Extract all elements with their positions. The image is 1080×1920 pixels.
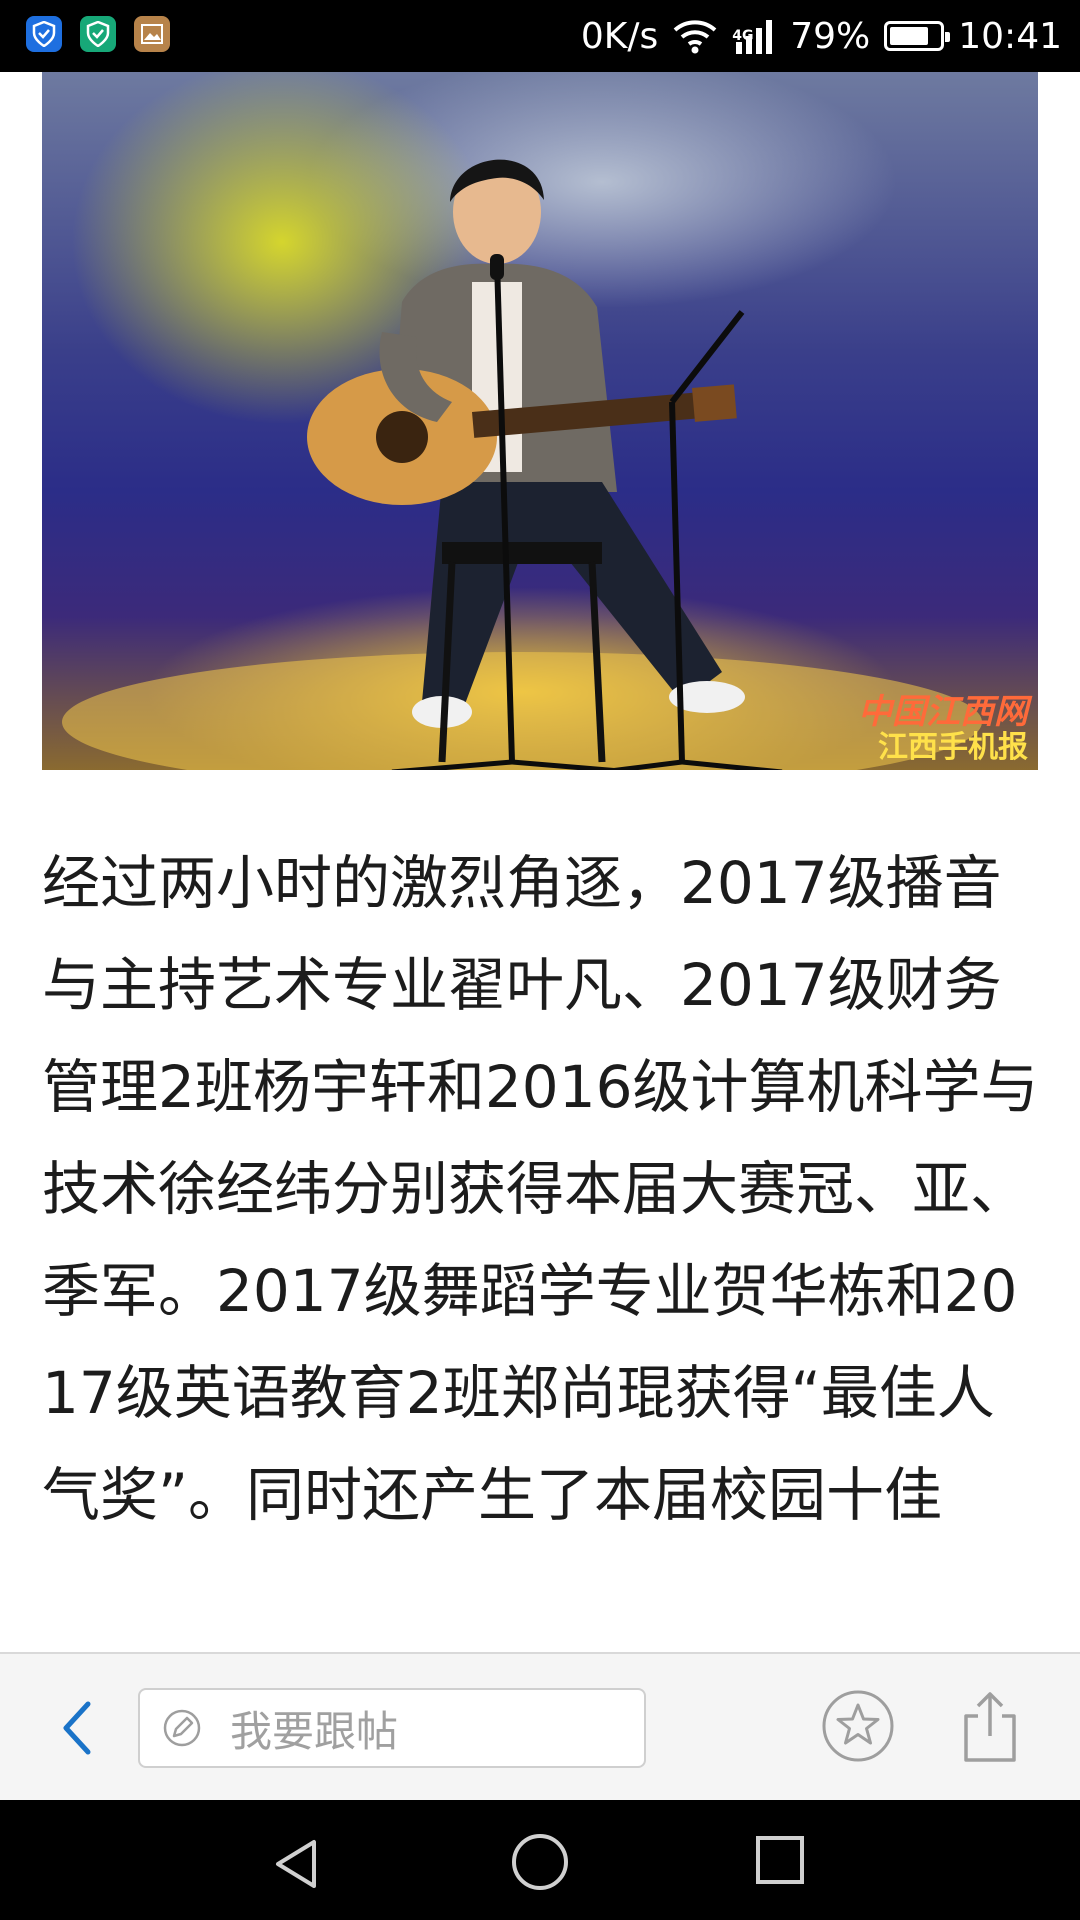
navigation-bar (0, 1800, 1080, 1920)
battery-fill (890, 27, 929, 45)
signal-indicator: 4G (732, 16, 776, 56)
performer-illustration (62, 159, 982, 770)
signal-icon (736, 20, 773, 54)
photo-watermark: 中国江西网 江西手机报 (858, 691, 1028, 765)
watermark-line2: 江西手机报 (878, 730, 1028, 765)
pencil-icon (163, 1709, 201, 1747)
nav-recents-icon[interactable] (754, 1834, 806, 1886)
watermark-line1: 中国江西网 (858, 691, 1028, 732)
security-icon (80, 16, 116, 52)
battery-icon (884, 21, 951, 51)
gallery-icon (134, 16, 170, 52)
reply-placeholder: 我要跟帖 (230, 1706, 399, 1756)
nav-back-icon[interactable] (270, 1836, 326, 1892)
reply-input[interactable]: 我要跟帖 (138, 1688, 646, 1768)
star-icon[interactable] (820, 1688, 896, 1764)
notification-icons (26, 16, 170, 52)
share-icon[interactable] (958, 1686, 1022, 1766)
wifi-icon (673, 20, 717, 54)
shield-icon (26, 16, 62, 52)
comment-action-bar: 我要跟帖 (0, 1652, 1080, 1800)
clock: 10:41 (958, 15, 1062, 57)
article-paragraph: 经过两小时的激烈角逐，2017级播音与主持艺术专业翟叶凡、2017级财务管理2班… (42, 849, 1039, 1529)
status-bar: 0K/s 4G 79% 10:41 (0, 0, 1080, 72)
nav-home-icon[interactable] (510, 1832, 570, 1892)
battery-percent: 79% (790, 15, 871, 57)
article-photo[interactable]: 中国江西网 江西手机报 (42, 72, 1038, 770)
back-arrow-icon[interactable] (52, 1698, 108, 1758)
net-speed: 0K/s (580, 15, 659, 57)
status-indicators: 0K/s 4G 79% 10:41 (581, 0, 1062, 72)
